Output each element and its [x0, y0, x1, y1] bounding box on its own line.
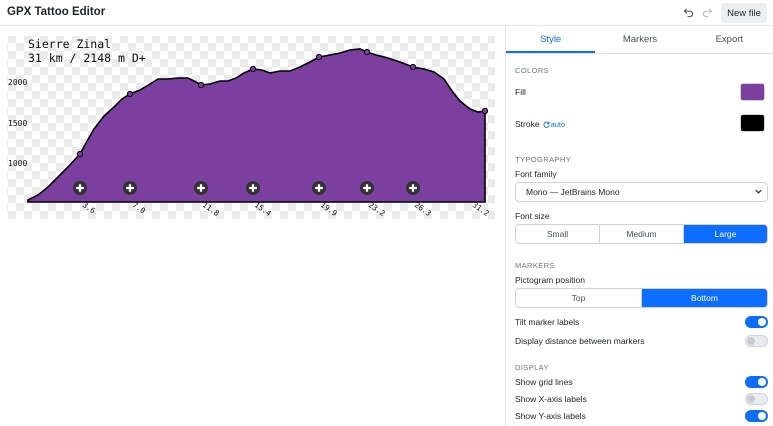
plus-icon	[194, 181, 208, 195]
display-distance-toggle[interactable]	[745, 335, 768, 347]
section-markers: MARKERS	[515, 261, 555, 270]
stroke-auto-text: auto	[550, 120, 566, 129]
panel-tabs: Style Markers Export	[506, 27, 773, 54]
stroke-label: Stroke auto	[515, 119, 565, 129]
y-axis-labels-label: Show Y-axis labels	[515, 411, 586, 421]
font-family-value: Mono — JetBrains Mono	[526, 187, 620, 197]
chart-canvas: Sierre Zinal 31 km / 2148 m D+ 2000 1500…	[0, 27, 504, 426]
refresh-icon	[543, 121, 550, 128]
profile-marker-point	[409, 63, 417, 71]
redo-icon[interactable]	[698, 4, 716, 20]
profile-marker-point	[76, 150, 84, 158]
profile-marker-point	[197, 81, 205, 89]
y-tick-label: 2000	[8, 78, 27, 87]
plus-icon	[312, 181, 326, 195]
fill-color-swatch[interactable]	[740, 83, 765, 101]
y-tick-label: 1500	[8, 119, 27, 128]
pictogram-position-selector: Top Bottom	[515, 288, 768, 308]
profile-marker-point	[363, 48, 371, 56]
new-file-button[interactable]: New file	[721, 3, 767, 23]
profile-marker-point	[315, 53, 323, 61]
pictogram-bottom[interactable]: Bottom	[642, 289, 767, 307]
pictogram-top[interactable]: Top	[516, 289, 642, 307]
tab-style[interactable]: Style	[506, 27, 596, 53]
font-family-label: Font family	[515, 169, 557, 179]
profile-marker-point	[481, 107, 489, 115]
x-axis-labels-toggle[interactable]	[745, 393, 768, 405]
stroke-color-swatch[interactable]	[740, 114, 765, 132]
pictogram-position-label: Pictogram position	[515, 275, 585, 285]
tab-export[interactable]: Export	[685, 27, 773, 53]
font-size-small[interactable]: Small	[516, 225, 600, 243]
chevron-down-icon	[755, 189, 762, 194]
stroke-auto-link[interactable]: auto	[543, 120, 566, 129]
plus-icon	[73, 181, 87, 195]
plus-icon	[406, 181, 420, 195]
x-axis-labels-label: Show X-axis labels	[515, 394, 587, 404]
y-tick-label: 1000	[8, 159, 27, 168]
font-size-label: Font size	[515, 211, 550, 221]
stroke-label-text: Stroke	[515, 119, 540, 129]
undo-icon[interactable]	[679, 4, 697, 20]
font-size-medium[interactable]: Medium	[600, 225, 684, 243]
settings-panel: Style Markers Export COLORS Fill Stroke a…	[505, 27, 773, 426]
profile-marker-point	[249, 65, 257, 73]
y-axis-labels-toggle[interactable]	[745, 410, 768, 422]
profile-marker-point	[126, 90, 134, 98]
app-title: GPX Tattoo Editor	[7, 6, 106, 18]
font-size-large[interactable]: Large	[684, 225, 767, 243]
tilt-labels-toggle[interactable]	[745, 316, 768, 328]
grid-lines-toggle[interactable]	[745, 376, 768, 388]
tab-markers[interactable]: Markers	[595, 27, 684, 53]
plus-icon	[123, 181, 137, 195]
chart-subtitle: 31 km / 2148 m D+	[28, 51, 146, 65]
tilt-labels-label: Tilt marker labels	[515, 317, 580, 327]
plus-icon	[246, 181, 260, 195]
section-typography: TYPOGRAPHY	[515, 155, 572, 164]
fill-label: Fill	[515, 87, 526, 97]
grid-lines-label: Show grid lines	[515, 377, 573, 387]
display-distance-label: Display distance between markers	[515, 336, 645, 346]
section-display: DISPLAY	[515, 363, 549, 372]
chart-title: Sierre Zinal	[28, 37, 111, 51]
section-colors: COLORS	[515, 66, 550, 75]
font-family-select[interactable]: Mono — JetBrains Mono	[515, 182, 768, 202]
font-size-selector: Small Medium Large	[515, 224, 768, 244]
plus-icon	[360, 181, 374, 195]
app-header: GPX Tattoo Editor New file	[0, 0, 773, 26]
